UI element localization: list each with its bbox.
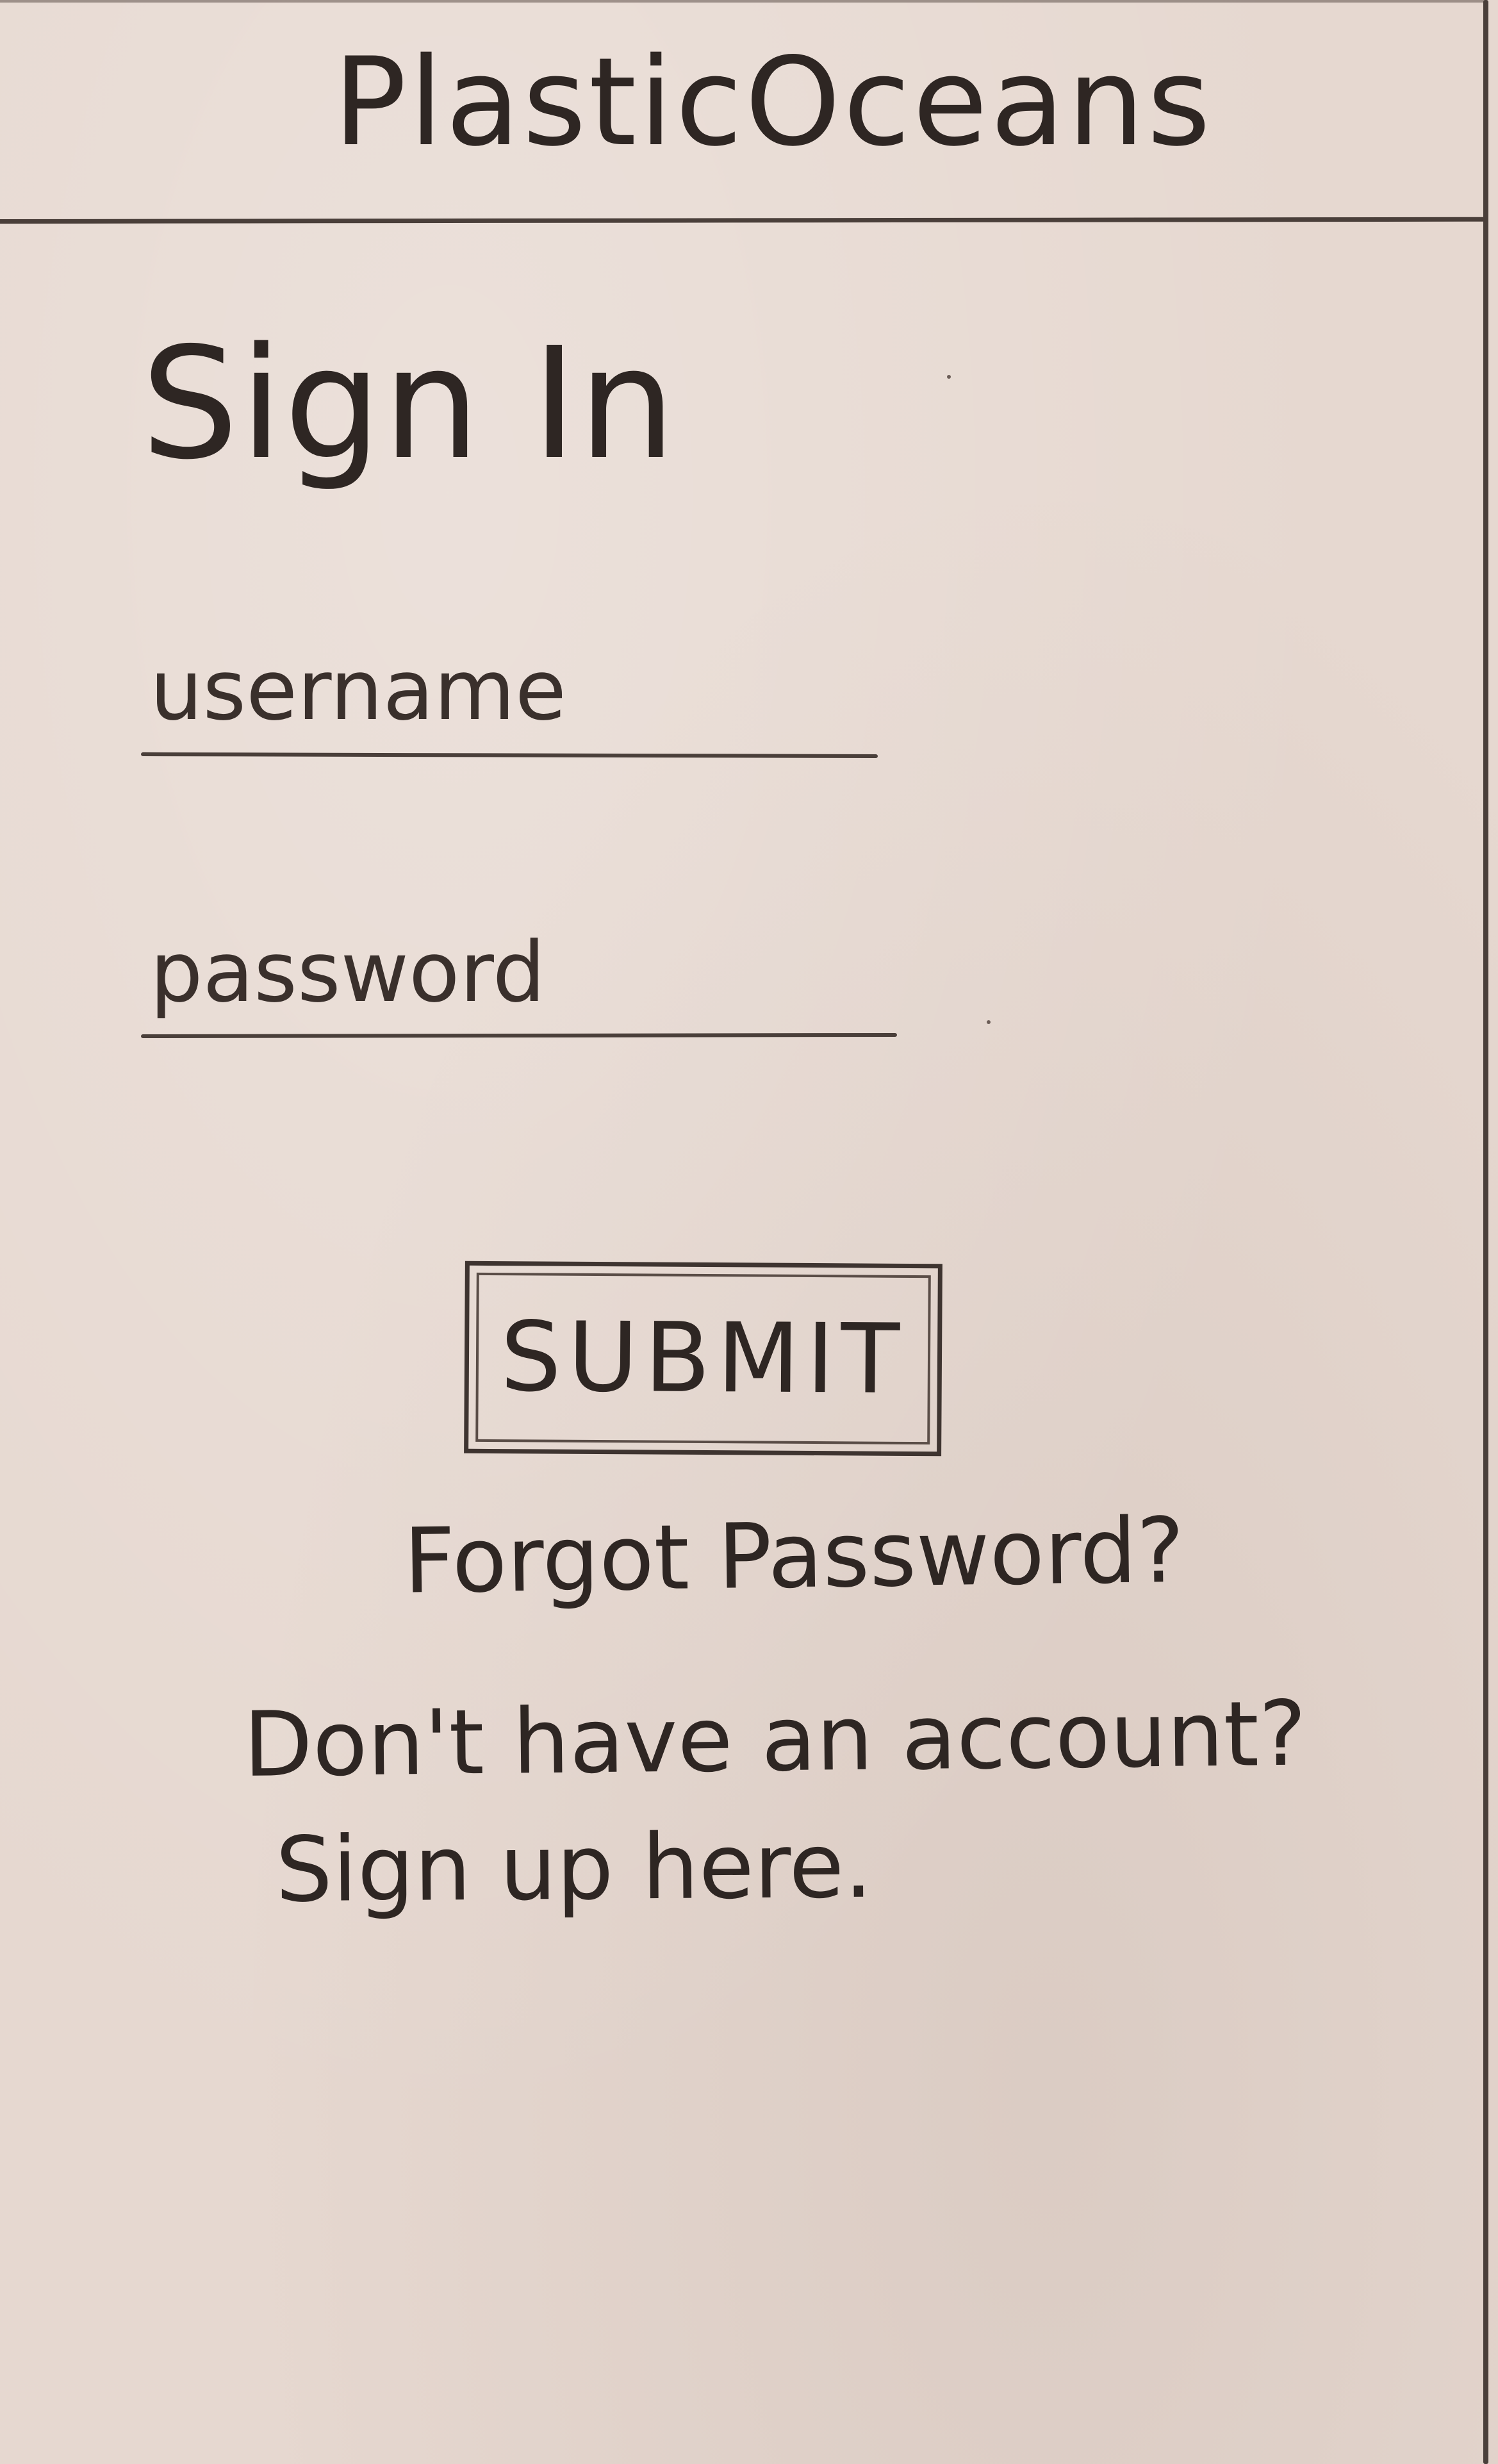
app-header: PlasticOceans [0, 0, 1487, 224]
page-right-edge [1483, 0, 1488, 2464]
username-underline [140, 752, 878, 759]
page-title: Sign In [141, 314, 677, 493]
pencil-mark [987, 1020, 991, 1024]
signup-link[interactable]: Sign up here. [275, 1805, 1044, 1931]
password-placeholder: password [150, 923, 546, 1021]
signup-prompt: Don't have an account? [243, 1682, 1307, 1798]
header-divider [0, 217, 1487, 224]
forgot-password-link[interactable]: Forgot Password? [403, 1494, 1185, 1619]
pencil-mark [947, 375, 951, 379]
password-underline [140, 1032, 898, 1038]
username-field[interactable]: username [140, 628, 878, 759]
app-title: PlasticOceans [333, 31, 1214, 173]
username-placeholder: username [150, 641, 566, 739]
password-field[interactable]: password [140, 910, 898, 1038]
submit-button[interactable]: SUBMIT [464, 1261, 942, 1457]
